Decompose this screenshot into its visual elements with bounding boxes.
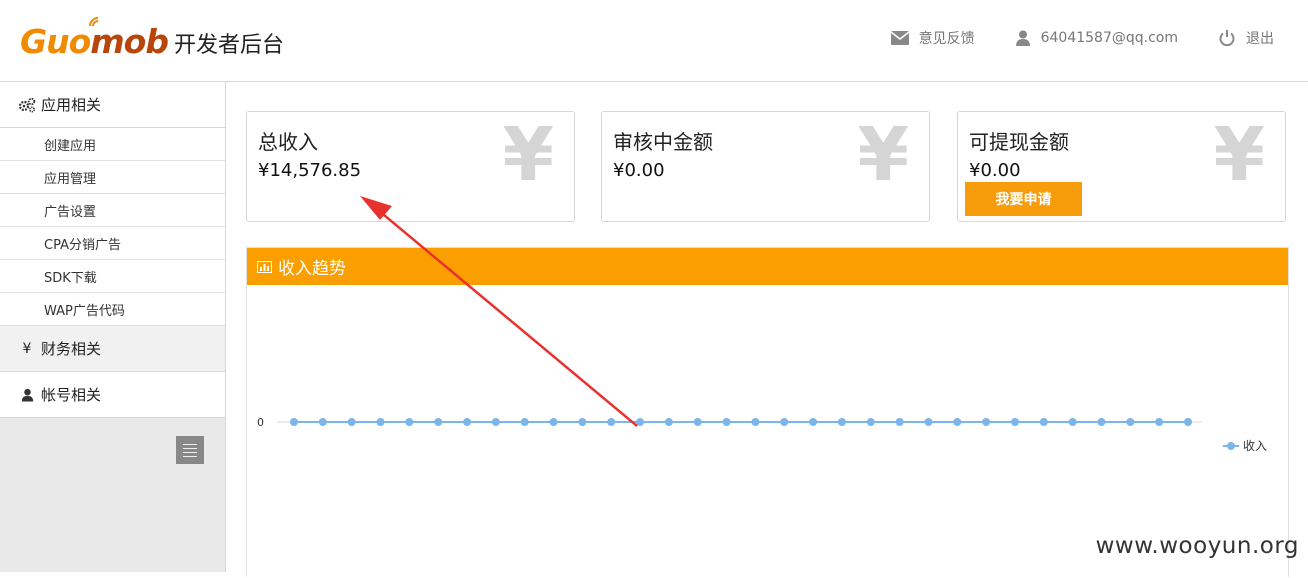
user-icon (18, 388, 36, 402)
card-total-income-value: ¥14,576.85 (258, 160, 361, 181)
legend-label: 收入 (1243, 439, 1267, 453)
data-point (607, 418, 615, 426)
logo-subtitle: 开发者后台 (174, 27, 284, 59)
feedback-label: 意见反馈 (919, 28, 975, 48)
data-point (377, 418, 385, 426)
sidebar-item-cpa-ads[interactable]: CPA分销广告 (0, 227, 225, 260)
data-point (1011, 418, 1019, 426)
data-point (924, 418, 932, 426)
income-trend-title: 收入趋势 (278, 254, 346, 279)
logout-label: 退出 (1246, 28, 1274, 48)
data-point (492, 418, 500, 426)
data-point (694, 418, 702, 426)
user-email: 64041587@qq.com (1041, 30, 1178, 46)
income-trend-panel: 收入趋势 0 收入 (246, 247, 1289, 577)
sidebar-group-app-label: 应用相关 (41, 94, 101, 115)
sidebar-group-finance-label: 财务相关 (41, 338, 101, 359)
data-point (290, 418, 298, 426)
data-point (636, 418, 644, 426)
sidebar-group-account-label: 帐号相关 (41, 384, 101, 405)
bar-chart-icon (257, 261, 272, 273)
logo[interactable]: Guomob 开发者后台 (20, 16, 284, 66)
logout-link[interactable]: 退出 (1218, 28, 1274, 48)
sidebar-item-sdk-download[interactable]: SDK下载 (0, 260, 225, 293)
sidebar-group-account[interactable]: 帐号相关 (0, 372, 225, 418)
data-point (665, 418, 673, 426)
data-point (348, 418, 356, 426)
user-icon (1015, 30, 1031, 46)
sidebar-item-app-manage[interactable]: 应用管理 (0, 161, 225, 194)
data-point (1184, 418, 1192, 426)
user-link[interactable]: 64041587@qq.com (1015, 30, 1178, 46)
apply-withdraw-button[interactable]: 我要申请 (965, 182, 1082, 216)
sidebar-group-finance[interactable]: ¥ 财务相关 (0, 326, 225, 372)
card-withdrawable-value: ¥0.00 (969, 160, 1021, 181)
data-point (521, 418, 529, 426)
data-point (1097, 418, 1105, 426)
data-point (809, 418, 817, 426)
yen-icon: ¥ (1214, 112, 1266, 198)
data-point (1126, 418, 1134, 426)
data-point (867, 418, 875, 426)
data-point (434, 418, 442, 426)
sidebar-group-app[interactable]: 应用相关 (0, 82, 225, 128)
data-point (896, 418, 904, 426)
gears-icon (18, 97, 36, 113)
top-links: 意见反馈 64041587@qq.com 退出 (851, 28, 1274, 48)
card-under-review-title: 审核中金额 (613, 126, 713, 155)
watermark: www.wooyun.org (1096, 533, 1299, 559)
data-point (1040, 418, 1048, 426)
data-point (723, 418, 731, 426)
sidebar-item-ad-settings[interactable]: 广告设置 (0, 194, 225, 227)
data-point (319, 418, 327, 426)
data-point (838, 418, 846, 426)
data-point (751, 418, 759, 426)
sidebar-collapse-button[interactable] (176, 436, 204, 464)
data-point (1155, 418, 1163, 426)
card-total-income: 总收入 ¥14,576.85 ¥ (246, 111, 575, 222)
card-under-review: 审核中金额 ¥0.00 ¥ (601, 111, 930, 222)
data-point (780, 418, 788, 426)
signal-icon (88, 12, 108, 32)
data-point (982, 418, 990, 426)
power-icon (1218, 29, 1236, 47)
income-trend-header: 收入趋势 (247, 248, 1288, 285)
data-point (405, 418, 413, 426)
card-withdrawable: 可提现金额 ¥0.00 ¥ 我要申请 (957, 111, 1286, 222)
legend-marker (1227, 442, 1235, 450)
yen-icon: ¥ (858, 112, 910, 198)
top-bar: Guomob 开发者后台 意见反馈 64041587@qq.com 退出 (0, 0, 1308, 82)
envelope-icon (891, 31, 909, 45)
sidebar-item-create-app[interactable]: 创建应用 (0, 128, 225, 161)
card-total-income-title: 总收入 (258, 126, 318, 155)
card-under-review-value: ¥0.00 (613, 160, 665, 181)
main-content: 总收入 ¥14,576.85 ¥ 审核中金额 ¥0.00 ¥ 可提现金额 ¥0.… (226, 82, 1308, 572)
data-point (953, 418, 961, 426)
data-point (463, 418, 471, 426)
yen-icon: ¥ (18, 341, 36, 357)
feedback-link[interactable]: 意见反馈 (891, 28, 975, 48)
yen-icon: ¥ (503, 112, 555, 198)
data-point (1069, 418, 1077, 426)
sidebar-item-wap-code[interactable]: WAP广告代码 (0, 293, 225, 326)
card-withdrawable-title: 可提现金额 (969, 126, 1069, 155)
data-point (578, 418, 586, 426)
data-point (550, 418, 558, 426)
sidebar: 应用相关 创建应用 应用管理 广告设置 CPA分销广告 SDK下载 WAP广告代… (0, 82, 226, 572)
y-tick-label: 0 (257, 416, 264, 429)
